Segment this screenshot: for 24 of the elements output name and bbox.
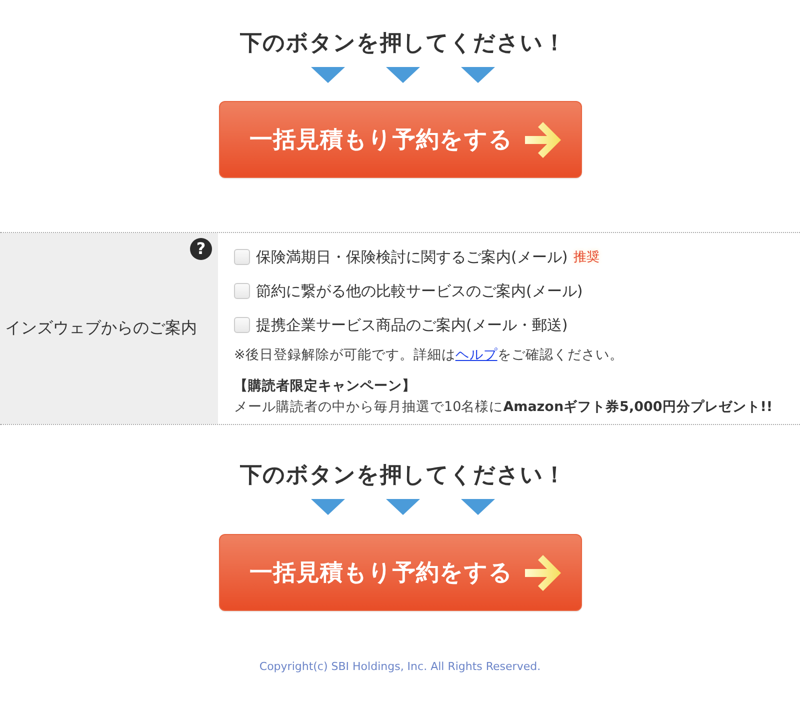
checkbox-label[interactable]: 保険満期日・保険検討に関するご案内(メール) (256, 248, 568, 266)
checkbox-label[interactable]: 節約に繋がる他の比較サービスのご案内(メール) (256, 282, 583, 300)
copyright-text: Copyright(c) SBI Holdings, Inc. All Rights Reserved. (259, 659, 541, 675)
checkbox[interactable] (234, 317, 250, 333)
down-triangle-icon (386, 67, 420, 83)
note-text: ※後日登録解除が可能です。詳細はヘルプをご確認ください。 (234, 346, 624, 365)
help-link[interactable]: ヘルプ (455, 347, 498, 363)
checkbox[interactable] (234, 283, 250, 299)
down-triangle-icon (311, 67, 345, 83)
campaign-title: 【購読者限定キャンペーン】 (234, 377, 417, 396)
checkbox-label[interactable]: 提携企業サービス商品のご案内(メール・郵送) (256, 316, 568, 334)
section-label: インズウェブからのご案内 (5, 318, 197, 339)
recommended-label: 推奨 (574, 249, 600, 266)
down-triangle-icon (461, 67, 495, 83)
prompt-heading: 下のボタンを押してください！ (239, 462, 566, 490)
down-triangle-icon (461, 499, 495, 515)
checkbox[interactable] (234, 249, 250, 265)
right-arrow-icon (522, 122, 561, 158)
campaign-text: メール購読者の中から毎月抽選で10名様にAmazonギフト券5,000円分プレゼント!! (234, 398, 773, 417)
down-triangle-icon (311, 499, 345, 515)
right-arrow-icon (522, 554, 561, 590)
help-icon[interactable]: ? (190, 238, 212, 260)
prompt-heading: 下のボタンを押してください！ (239, 30, 566, 58)
down-triangle-icon (386, 499, 420, 515)
